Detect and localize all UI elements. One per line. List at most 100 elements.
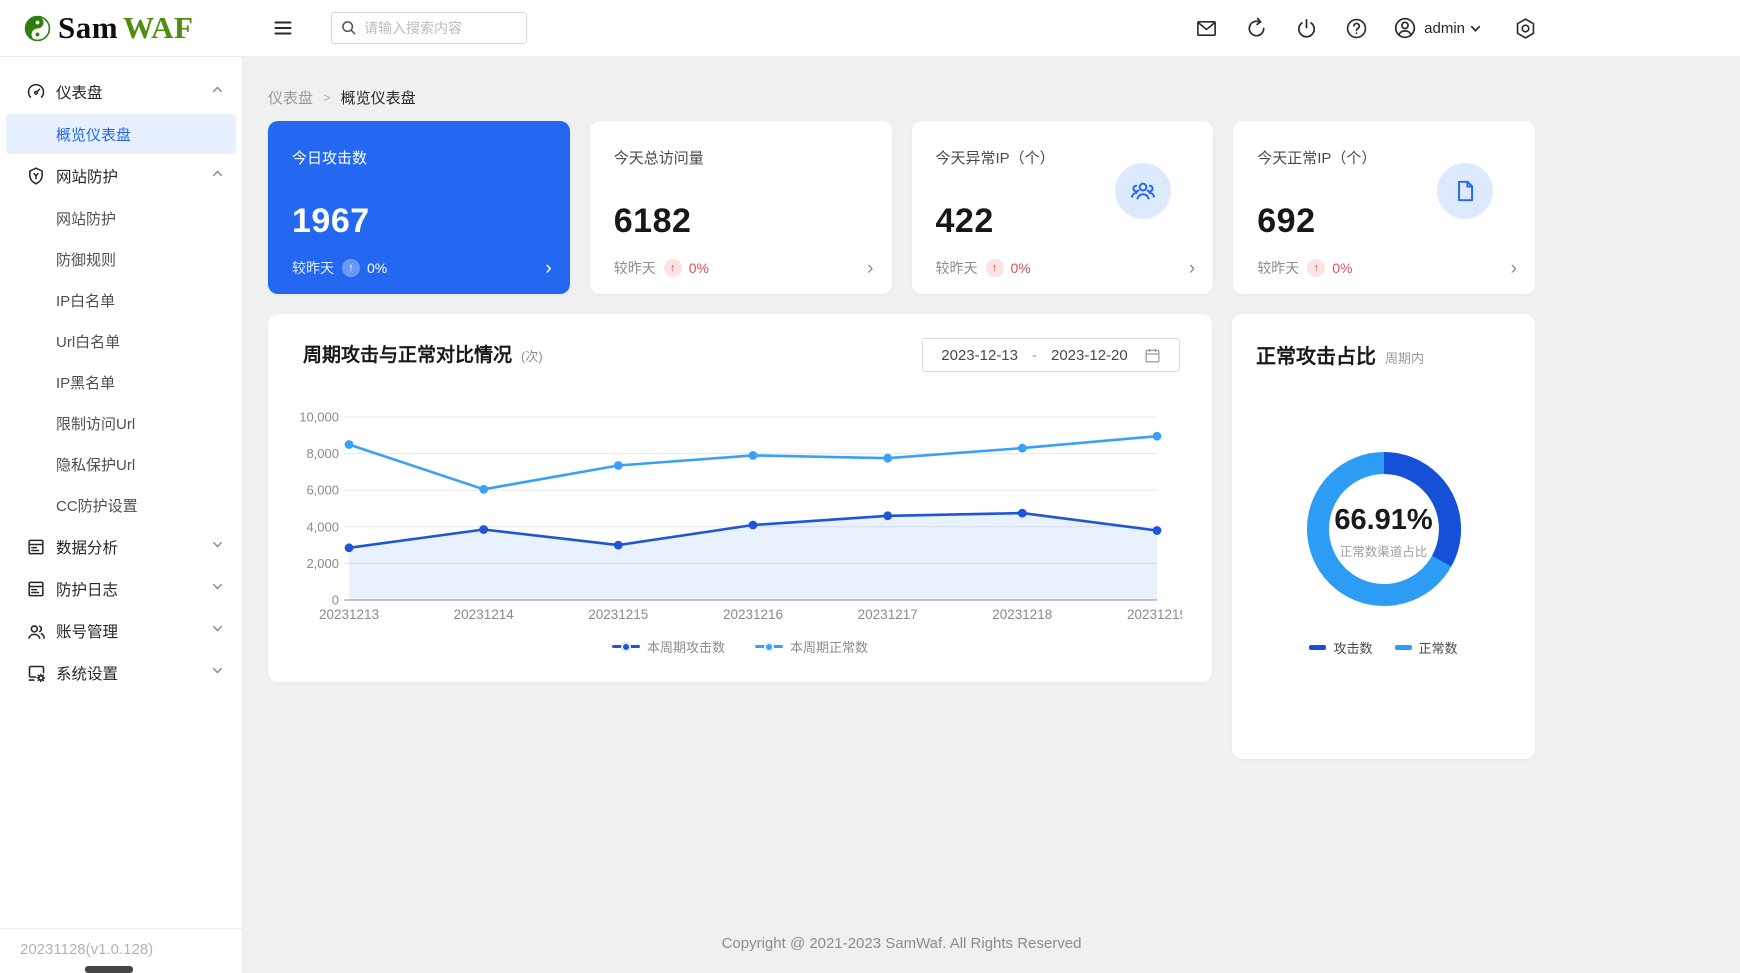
team-icon	[1115, 163, 1171, 219]
logo-text: SamWAF	[58, 10, 193, 46]
svg-text:20231213: 20231213	[319, 607, 379, 622]
stat-card-today-abnormal-ip: 今天异常IP（个）422较昨天↑0%›	[912, 121, 1214, 294]
top-header: SamWAF admin	[0, 0, 1740, 57]
header-actions: admin	[1169, 15, 1740, 41]
sidebar-item-site-protection-group[interactable]: 网站防护	[0, 155, 242, 197]
compare-label: 较昨天	[292, 258, 334, 278]
monitor-gear-icon	[26, 663, 46, 683]
refresh-icon[interactable]	[1243, 15, 1269, 41]
yinyang-logo-icon	[24, 15, 51, 42]
sidebar-item-ip-blacklist[interactable]: IP黑名单	[6, 362, 236, 402]
arrow-up-badge-icon: ↑	[986, 259, 1004, 277]
legend-item[interactable]: 本周期正常数	[755, 637, 868, 656]
legend-item[interactable]: 本周期攻击数	[612, 637, 725, 656]
legend-line-dot-icon	[755, 642, 783, 652]
chevron-right-icon[interactable]: ›	[867, 259, 873, 278]
percent-value: 0%	[689, 260, 709, 276]
main-content: 仪表盘 > 概览仪表盘 今日攻击数1967较昨天↑0%›今天总访问量6182较昨…	[243, 57, 1740, 973]
sidebar-item-label: 防护日志	[56, 578, 211, 600]
stat-card-today-normal-ip: 今天正常IP（个）692较昨天↑0%›	[1233, 121, 1535, 294]
compare-label: 较昨天	[614, 258, 656, 278]
power-icon[interactable]	[1293, 15, 1319, 41]
donut-chart: 66.91% 正常数渠道占比	[1302, 447, 1466, 616]
chevron-down-icon	[211, 538, 224, 556]
ratio-panel-subtitle: 周期内	[1385, 348, 1424, 367]
help-icon[interactable]	[1343, 15, 1369, 41]
search-icon	[340, 19, 357, 41]
svg-text:20231216: 20231216	[723, 607, 783, 622]
doc-lines-icon	[26, 537, 46, 557]
date-separator: -	[1032, 347, 1037, 364]
svg-text:6,000: 6,000	[306, 483, 339, 498]
legend-swatch-icon	[1309, 645, 1326, 650]
search-box	[331, 12, 527, 44]
user-menu[interactable]: admin	[1393, 16, 1482, 40]
sidebar-item-label: 账号管理	[56, 620, 211, 642]
legend-line-dot-icon	[612, 642, 640, 652]
logo: SamWAF	[0, 10, 243, 46]
stat-card-today-attacks: 今日攻击数1967较昨天↑0%›	[268, 121, 570, 294]
sidebar-item-ip-whitelist[interactable]: IP白名单	[6, 280, 236, 320]
sidebar-item-overview-dashboard[interactable]: 概览仪表盘	[6, 114, 236, 154]
legend-swatch-icon	[1395, 645, 1412, 650]
sidebar-item-account-management[interactable]: 账号管理	[0, 610, 242, 652]
sidebar-item-site-protection[interactable]: 网站防护	[6, 198, 236, 238]
legend-label: 本周期攻击数	[647, 637, 725, 656]
compare-label: 较昨天	[1257, 258, 1299, 278]
donut-percent-value: 66.91%	[1334, 504, 1432, 537]
legend-label: 攻击数	[1333, 638, 1372, 657]
chevron-down-icon	[211, 622, 224, 640]
sidebar-item-label: IP黑名单	[56, 372, 115, 393]
chevron-right-icon[interactable]: ›	[545, 259, 551, 278]
line-chart-legend: 本周期攻击数 本周期正常数	[292, 637, 1188, 656]
sidebar-item-label: Url白名单	[56, 331, 120, 352]
sidebar-item-label: 数据分析	[56, 536, 211, 558]
sidebar-item-privacy-protection-url[interactable]: 隐私保护Url	[6, 444, 236, 484]
sidebar-item-label: 限制访问Url	[56, 413, 135, 434]
chevron-right-icon[interactable]: ›	[1511, 259, 1517, 278]
ratio-donut-panel: 正常攻击占比 周期内 66.91% 正常数渠道占比 攻击数正常数	[1232, 314, 1535, 759]
date-range-picker[interactable]: 2023-12-13 - 2023-12-20	[922, 338, 1180, 372]
sidebar-item-label: 仪表盘	[56, 81, 211, 103]
arrow-up-badge-icon: ↑	[1307, 259, 1325, 277]
breadcrumb: 仪表盘 > 概览仪表盘	[268, 87, 1535, 108]
stat-card-value: 1967	[292, 202, 546, 241]
users-icon	[26, 621, 46, 641]
donut-legend-item[interactable]: 攻击数	[1309, 638, 1372, 657]
stat-card-footer: 较昨天↑0%›	[1257, 258, 1517, 278]
horizontal-scrollbar-thumb[interactable]	[85, 966, 133, 973]
stat-cards-row: 今日攻击数1967较昨天↑0%›今天总访问量6182较昨天↑0%›今天异常IP（…	[268, 121, 1535, 294]
sidebar-item-dashboard[interactable]: 仪表盘	[0, 71, 242, 113]
chevron-up-icon	[211, 167, 224, 185]
sidebar-menu: 仪表盘概览仪表盘网站防护网站防护防御规则IP白名单Url白名单IP黑名单限制访问…	[0, 71, 242, 694]
breadcrumb-parent[interactable]: 仪表盘	[268, 87, 313, 108]
chevron-right-icon[interactable]: ›	[1189, 259, 1195, 278]
sidebar-item-cc-protection-settings[interactable]: CC防护设置	[6, 485, 236, 525]
sidebar-item-protection-logs[interactable]: 防护日志	[0, 568, 242, 610]
breadcrumb-separator-icon: >	[323, 90, 331, 105]
sidebar-item-system-settings[interactable]: 系统设置	[0, 652, 242, 694]
gear-icon[interactable]	[1512, 15, 1538, 41]
sidebar-item-label: 防御规则	[56, 249, 116, 270]
sidebar: 仪表盘概览仪表盘网站防护网站防护防御规则IP白名单Url白名单IP黑名单限制访问…	[0, 57, 243, 973]
search-input[interactable]	[331, 12, 527, 44]
username-label: admin	[1424, 20, 1465, 37]
calendar-icon	[1144, 347, 1161, 364]
date-start: 2023-12-13	[941, 347, 1018, 364]
donut-legend-item[interactable]: 正常数	[1395, 638, 1458, 657]
compare-label: 较昨天	[936, 258, 978, 278]
sidebar-item-defense-rules[interactable]: 防御规则	[6, 239, 236, 279]
percent-value: 0%	[1011, 260, 1031, 276]
sidebar-item-data-analysis[interactable]: 数据分析	[0, 526, 242, 568]
donut-center-label: 正常数渠道占比	[1340, 541, 1428, 560]
mail-icon[interactable]	[1193, 15, 1219, 41]
sidebar-item-url-whitelist[interactable]: Url白名单	[6, 321, 236, 361]
shield-icon	[26, 166, 46, 186]
menu-collapse-icon[interactable]	[267, 12, 299, 44]
svg-text:4,000: 4,000	[306, 519, 339, 534]
svg-text:20231215: 20231215	[588, 607, 648, 622]
sidebar-item-restrict-access-url[interactable]: 限制访问Url	[6, 403, 236, 443]
chevron-down-icon	[211, 664, 224, 682]
donut-chart-legend: 攻击数 正常数	[1256, 638, 1511, 657]
sidebar-item-label: 网站防护	[56, 165, 211, 187]
